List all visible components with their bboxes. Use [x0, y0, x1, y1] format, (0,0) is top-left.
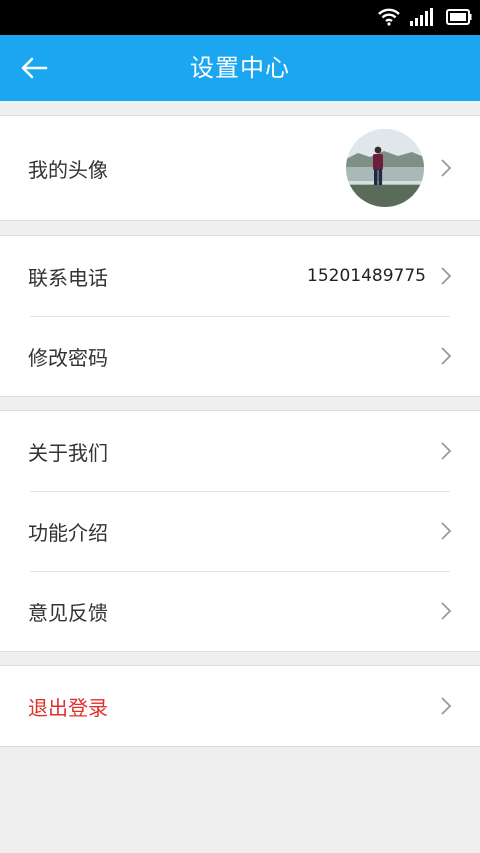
logout-label: 退出登录	[28, 695, 108, 720]
settings-group-logout: 退出登录	[0, 665, 480, 747]
page-title: 设置中心	[190, 54, 290, 82]
settings-row-label: 修改密码	[28, 345, 108, 370]
settings-row-about[interactable]: 关于我们	[0, 411, 480, 491]
settings-group-profile: 我的头像	[0, 115, 480, 221]
app-bar: 设置中心	[0, 35, 480, 101]
chevron-right-icon	[441, 347, 452, 365]
arrow-left-icon	[21, 57, 48, 79]
settings-row-label: 关于我们	[28, 440, 108, 465]
status-bar	[0, 0, 480, 35]
chevron-right-icon	[441, 267, 452, 285]
logout-button[interactable]: 退出登录	[0, 666, 480, 746]
settings-row-avatar[interactable]: 我的头像	[0, 116, 480, 220]
chevron-right-icon	[441, 159, 452, 177]
status-icons	[378, 6, 472, 28]
settings-row-features[interactable]: 功能介绍	[0, 491, 480, 571]
settings-row-label: 功能介绍	[28, 520, 108, 545]
battery-icon	[446, 9, 472, 25]
settings-row-password[interactable]: 修改密码	[0, 316, 480, 396]
settings-row-label: 我的头像	[28, 157, 108, 182]
signal-icon	[410, 8, 433, 26]
settings-group-account: 联系电话 15201489775 修改密码	[0, 235, 480, 397]
avatar	[346, 129, 424, 207]
chevron-right-icon	[441, 522, 452, 540]
wifi-icon	[378, 8, 400, 26]
settings-row-feedback[interactable]: 意见反馈	[0, 571, 480, 651]
chevron-right-icon	[441, 602, 452, 620]
chevron-right-icon	[441, 697, 452, 715]
settings-row-label: 联系电话	[28, 265, 108, 290]
chevron-right-icon	[441, 442, 452, 460]
settings-group-info: 关于我们 功能介绍 意见反馈	[0, 410, 480, 652]
settings-row-label: 意见反馈	[28, 600, 108, 625]
settings-row-phone[interactable]: 联系电话 15201489775	[0, 236, 480, 316]
back-button[interactable]	[10, 44, 58, 92]
phone-number: 15201489775	[307, 266, 426, 286]
